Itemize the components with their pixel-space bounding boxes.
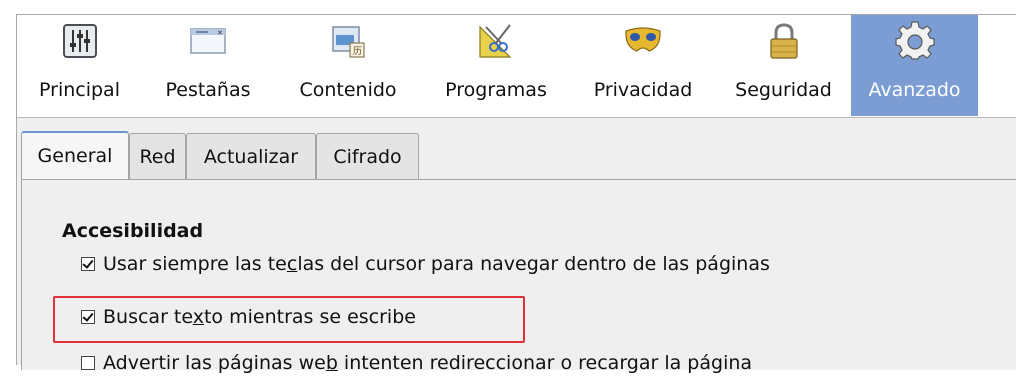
checkbox[interactable] [81, 257, 95, 271]
padlock-icon [769, 23, 798, 59]
tab-actualizar[interactable]: Actualizar [186, 133, 316, 179]
tab-label: Actualizar [203, 145, 299, 168]
toolbar-button-contenido[interactable]: 历 Contenido [274, 15, 422, 116]
toolbar-button-pestanas[interactable]: ✕ Pestañas [142, 15, 274, 116]
toolbar-button-seguridad[interactable]: Seguridad [716, 15, 851, 116]
mask-icon [625, 27, 661, 52]
checkbox[interactable] [81, 356, 95, 370]
applications-icon [479, 24, 512, 58]
toolbar-label: Seguridad [735, 79, 832, 101]
toolbar-label: Avanzado [868, 79, 961, 101]
toolbar-label: Pestañas [165, 79, 251, 101]
tab-cifrado[interactable]: Cifrado [316, 133, 419, 179]
preferences-window: Principal ✕ Pestañas 历 Contenido Program… [16, 14, 1016, 374]
svg-text:✕: ✕ [217, 29, 223, 37]
sliders-icon [62, 24, 97, 58]
preferences-toolbar: Principal ✕ Pestañas 历 Contenido Program… [17, 15, 1016, 118]
svg-text:历: 历 [353, 46, 362, 57]
toolbar-button-principal[interactable]: Principal [17, 15, 142, 116]
option-label: Usar siempre las teclas del cursor para … [103, 253, 770, 275]
section-title: Accesibilidad [62, 220, 204, 242]
toolbar-label: Programas [445, 79, 547, 101]
tab-label: General [37, 145, 113, 167]
toolbar-button-privacidad[interactable]: Privacidad [570, 15, 716, 116]
option-warn-redirect[interactable]: Advertir las páginas web intenten redire… [81, 350, 752, 376]
option-label: Advertir las páginas web intenten redire… [103, 352, 753, 374]
toolbar-label: Principal [39, 79, 120, 101]
highlight-box [53, 296, 525, 343]
general-tab-panel: Accesibilidad Usar siempre las teclas de… [21, 179, 1016, 374]
toolbar-label: Contenido [299, 79, 397, 101]
toolbar-button-avanzado[interactable]: Avanzado [851, 15, 978, 116]
toolbar-button-programas[interactable]: Programas [422, 15, 570, 116]
tabs-icon: ✕ [190, 28, 226, 54]
tab-label: Red [139, 145, 176, 168]
gear-icon [894, 21, 935, 60]
toolbar-label: Privacidad [593, 79, 693, 101]
tab-label: Cifrado [333, 145, 402, 168]
tab-general[interactable]: General [21, 131, 129, 179]
content-icon: 历 [332, 26, 365, 58]
tab-red[interactable]: Red [129, 133, 186, 179]
option-cursor-keys[interactable]: Usar siempre las teclas del cursor para … [81, 251, 770, 277]
